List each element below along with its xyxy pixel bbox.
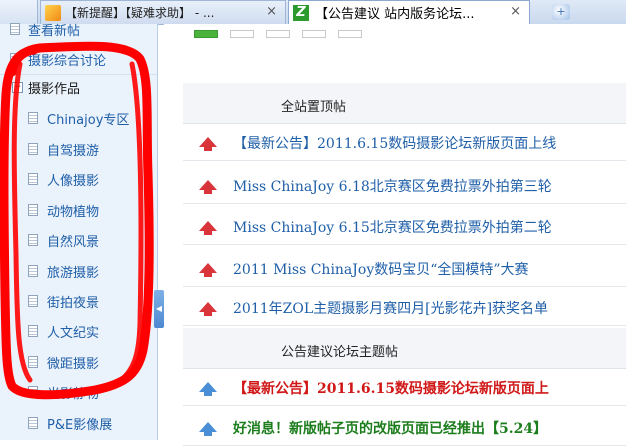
sidebar-item-photo-discussion[interactable]: 摄影综合讨论	[0, 44, 157, 74]
thread-title[interactable]: 【最新公告】2011.6.15数码摄影论坛新版页面上线	[233, 133, 556, 153]
document-icon	[28, 417, 38, 429]
page-button[interactable]	[194, 30, 218, 38]
section-title: 公告建议论坛主题帖	[281, 345, 399, 360]
sidebar-item-label: 动物植物	[47, 204, 100, 220]
document-icon	[28, 112, 38, 124]
thread-title[interactable]: 好消息！新版帖子页的改版页面已经推出【5.24】	[233, 418, 547, 438]
sidebar-item-label: 光影静物	[47, 386, 100, 402]
forum-sidebar: 查看新帖 摄影综合讨论 − 摄影作品 Chinajoy专区 自驾摄游 人像摄影 …	[0, 23, 158, 440]
sidebar-item-pe-exhibition[interactable]: P&E影像展	[0, 408, 157, 438]
thread-title[interactable]: 2011 Miss ChinaJoy数码宝贝“全国模特”大赛	[233, 259, 529, 279]
sidebar-item-travel[interactable]: 旅游摄影	[0, 256, 157, 286]
thread-row[interactable]: 2011年ZOL主题摄影月赛四月[光影花卉]获奖名单	[183, 289, 626, 326]
sidebar-collapse-handle[interactable]: ◀	[154, 290, 164, 328]
close-icon[interactable]: ×	[266, 4, 277, 19]
thread-row[interactable]: 【最新公告】2011.6.15数码摄影论坛新版页面上线	[183, 124, 626, 161]
document-icon	[28, 143, 38, 155]
thread-row[interactable]: Miss ChinaJoy 6.18北京赛区免费拉票外拍第三轮	[183, 167, 626, 204]
tab-title: 【公告建议 站内版务论坛...	[315, 7, 475, 22]
sidebar-item-label: 自驾摄游	[47, 143, 100, 159]
sticky-arrow-icon	[199, 302, 217, 316]
thread-row[interactable]: 【最新公告】2011.6.15数码摄影论坛新版页面上	[183, 369, 626, 406]
thread-title[interactable]: Miss ChinaJoy 6.18北京赛区免费拉票外拍第三轮	[233, 176, 552, 196]
document-icon	[10, 53, 20, 65]
sticky-arrow-icon	[199, 221, 217, 235]
sidebar-item-new-posts[interactable]: 查看新帖	[0, 14, 157, 44]
section-title: 全站置顶帖	[281, 100, 347, 115]
sidebar-item-chinajoy[interactable]: Chinajoy专区	[0, 103, 157, 133]
topic-arrow-icon	[199, 422, 217, 436]
document-icon	[10, 23, 20, 35]
sidebar-item-label: 微距摄影	[47, 356, 100, 372]
document-icon	[28, 325, 38, 337]
thread-row[interactable]: 2011 Miss ChinaJoy数码宝贝“全国模特”大赛	[183, 250, 626, 287]
document-icon	[28, 204, 38, 216]
sidebar-item-label: 自然风景	[47, 234, 100, 250]
sidebar-item-street-night[interactable]: 街拍夜景	[0, 286, 157, 316]
document-icon	[28, 265, 38, 277]
zol-favicon-icon: Z	[293, 4, 309, 21]
sidebar-item-label: 查看新帖	[28, 23, 81, 39]
sidebar-item-label: 旅游摄影	[47, 265, 100, 281]
page-button[interactable]	[266, 30, 290, 38]
forum-section-header: 公告建议论坛主题帖	[183, 328, 626, 369]
close-icon[interactable]: ×	[510, 4, 521, 19]
sidebar-group-label: 摄影作品	[28, 81, 81, 97]
sidebar-item-label: 摄影综合讨论	[28, 53, 107, 69]
sidebar-item-label: P&E影像展	[47, 417, 113, 433]
sidebar-group-photo-works[interactable]: − 摄影作品	[0, 72, 157, 102]
sticky-arrow-icon	[199, 180, 217, 194]
sidebar-item-portrait[interactable]: 人像摄影	[0, 164, 157, 194]
sidebar-item-documentary[interactable]: 人文纪实	[0, 316, 157, 346]
sidebar-item-still-life[interactable]: 光影静物	[0, 377, 157, 407]
sticky-arrow-icon	[199, 137, 217, 151]
sticky-arrow-icon	[199, 263, 217, 277]
sidebar-item-self-drive[interactable]: 自驾摄游	[0, 134, 157, 164]
thread-row[interactable]: Miss ChinaJoy 6.15北京赛区免费拉票外拍第二轮	[183, 208, 626, 245]
collapse-icon[interactable]: −	[12, 81, 23, 93]
thread-row[interactable]: 好消息！新版帖子页的改版页面已经推出【5.24】	[183, 409, 626, 446]
thread-title[interactable]: 【最新公告】2011.6.15数码摄影论坛新版页面上	[233, 378, 549, 398]
document-icon	[28, 356, 38, 368]
sidebar-item-macro[interactable]: 微距摄影	[0, 347, 157, 377]
thread-title-text: 2011.6.15数码摄影论坛新版页面上线	[317, 136, 557, 152]
topic-arrow-icon	[199, 382, 217, 396]
sidebar-item-label: 街拍夜景	[47, 295, 100, 311]
document-icon	[28, 295, 38, 307]
page-button[interactable]	[230, 30, 254, 38]
sidebar-item-label: 人文纪实	[47, 325, 100, 341]
forum-main-content: 全站置顶帖 【最新公告】2011.6.15数码摄影论坛新版页面上线 Miss C…	[164, 24, 626, 446]
thread-title[interactable]: 2011年ZOL主题摄影月赛四月[光影花卉]获奖名单	[233, 298, 548, 318]
document-icon	[28, 234, 38, 246]
sidebar-item-label: 人像摄影	[47, 173, 100, 189]
document-icon	[28, 386, 38, 398]
document-icon	[28, 173, 38, 185]
thread-title[interactable]: Miss ChinaJoy 6.15北京赛区免费拉票外拍第二轮	[233, 217, 552, 237]
new-tab-icon[interactable]: +	[552, 4, 570, 20]
sticky-section-header: 全站置顶帖	[183, 83, 626, 124]
sidebar-item-label: Chinajoy专区	[47, 112, 130, 128]
browser-tab-forum[interactable]: Z 【公告建议 站内版务论坛... ×	[288, 0, 530, 24]
sidebar-item-animals-plants[interactable]: 动物植物	[0, 195, 157, 225]
page-button[interactable]	[338, 30, 362, 38]
page-button[interactable]	[302, 30, 326, 38]
sidebar-item-landscape[interactable]: 自然风景	[0, 225, 157, 255]
thread-tag: 【最新公告】	[233, 136, 317, 152]
